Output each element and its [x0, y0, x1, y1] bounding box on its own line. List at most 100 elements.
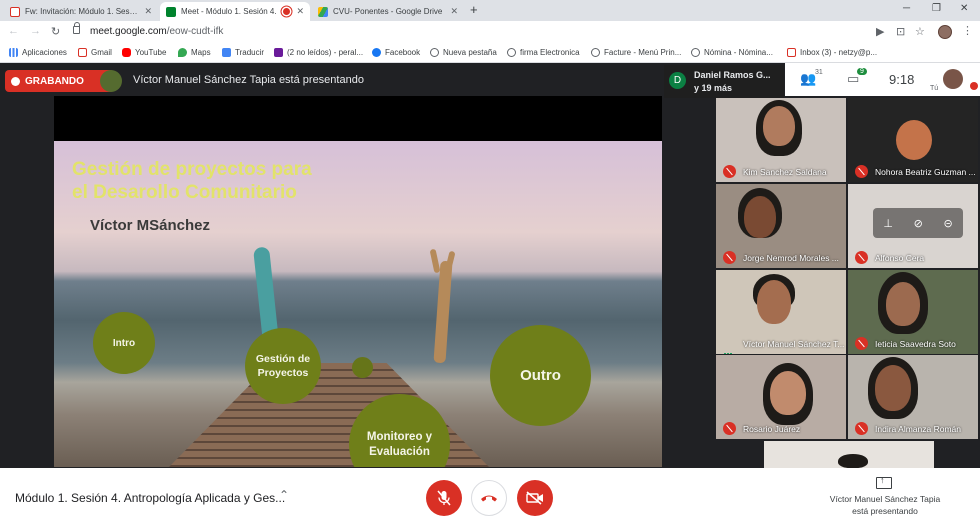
participant-tile[interactable]: Rosario Juárez: [716, 355, 846, 439]
new-tab-button[interactable]: +: [470, 2, 478, 17]
participant-tile[interactable]: ⊥ ⊘ ⊝ Alfonso Cera: [848, 184, 978, 268]
bookmark-label: (2 no leídos) - peral...: [287, 48, 364, 57]
minimize-icon[interactable]: ─: [903, 3, 910, 14]
meet-bottom-bar: Módulo 1. Sesión 4. Antropología Aplicad…: [0, 468, 980, 525]
cast-icon[interactable]: ⊡: [896, 25, 905, 38]
menu-icon[interactable]: ⋮: [962, 24, 973, 37]
bookmark-label: Aplicaciones: [22, 48, 67, 57]
translate-icon: [222, 48, 231, 57]
close-tab-icon[interactable]: ✕: [450, 6, 458, 17]
bookmarks-bar: Aplicaciones Gmail YouTube Maps Traducir…: [0, 44, 980, 63]
back-icon[interactable]: ←: [8, 25, 19, 37]
participant-name: Rosario Juárez: [743, 424, 801, 434]
tab-gmail[interactable]: Fw: Invitación: Módulo 1. Sesión ✕: [4, 2, 158, 21]
bookmark-label: Nómina - Nómina...: [704, 48, 773, 57]
slide-title-line: Gestión de proyectos para: [72, 159, 312, 180]
people-icon[interactable]: 👥: [800, 71, 816, 87]
video-feed: [875, 365, 911, 411]
avatar-image: [896, 120, 932, 160]
star-icon[interactable]: ☆: [915, 25, 925, 38]
participant-avatar: D: [669, 72, 686, 89]
lock-icon[interactable]: [73, 22, 80, 34]
bookmark-inbox[interactable]: Inbox (3) - netzy@p...: [787, 48, 877, 57]
camera-permission-icon[interactable]: ▶: [876, 25, 884, 38]
driftwood-image: [433, 260, 453, 364]
bookmark-youtube[interactable]: YouTube: [122, 48, 166, 57]
apps-grid-icon: [9, 48, 18, 57]
mail-icon: [274, 48, 283, 57]
maximize-icon[interactable]: ❐: [932, 3, 941, 14]
bookmark-firma[interactable]: firma Electronica: [507, 48, 580, 57]
presenting-title: Víctor Manuel Sánchez Tapia está present…: [133, 74, 364, 86]
bookmark-label: Facture - Menú Prin...: [604, 48, 682, 57]
meeting-clock: 9:18: [889, 72, 915, 87]
participant-name: Víctor Manuel Sánchez T...: [743, 339, 845, 349]
url-bar[interactable]: meet.google.com/eow-cudt-ifk: [90, 26, 223, 37]
mute-icon[interactable]: ⊘: [914, 217, 923, 230]
present-screen-icon[interactable]: [876, 475, 892, 489]
bookmark-gmail[interactable]: Gmail: [78, 48, 112, 57]
participant-name: Ieticia Saavedra Soto: [875, 339, 956, 349]
driftwood-branch: [444, 250, 456, 274]
participants-chip[interactable]: D Daniel Ramos G... y 19 más: [664, 65, 784, 98]
meeting-title[interactable]: Módulo 1. Sesión 4. Antropología Aplicad…: [15, 491, 285, 505]
participant-tile[interactable]: Nohora Beatriz Guzman ...: [848, 98, 978, 182]
bookmark-facture[interactable]: Facture - Menú Prin...: [591, 48, 681, 57]
bookmark-mail[interactable]: (2 no leídos) - peral...: [274, 48, 363, 57]
screen: Fw: Invitación: Módulo 1. Sesión ✕ Meet …: [0, 0, 980, 525]
tab-meet[interactable]: Meet - Módulo 1. Sesión 4. ✕: [160, 2, 310, 21]
maps-pin-icon: [178, 48, 187, 57]
bookmark-facebook[interactable]: Facebook: [372, 48, 420, 57]
facebook-icon: [372, 48, 381, 57]
pin-icon[interactable]: ⊥: [883, 217, 893, 230]
leave-call-button[interactable]: [471, 480, 507, 516]
camera-toggle-button[interactable]: [517, 480, 553, 516]
participant-tile[interactable]: Ieticia Saavedra Soto: [848, 270, 978, 354]
mic-toggle-button[interactable]: [426, 480, 462, 516]
slide-circle-small: [352, 357, 373, 378]
hang-up-icon: [481, 495, 497, 502]
video-feed: [886, 282, 920, 326]
chat-count: 9: [857, 68, 867, 75]
drive-icon: [318, 6, 328, 17]
mic-off-icon: [855, 251, 868, 264]
present-status[interactable]: Víctor Manuel Sánchez Tapia está present…: [822, 493, 948, 517]
bookmark-new-tab[interactable]: Nueva pestaña: [430, 48, 497, 57]
present-status-line: Víctor Manuel Sánchez Tapia: [829, 494, 941, 504]
driftwood-branch: [429, 248, 441, 274]
recording-badge: GRABANDO: [5, 70, 114, 92]
forward-icon[interactable]: →: [30, 25, 41, 37]
participant-tile[interactable]: Víctor Manuel Sánchez T...: [716, 270, 846, 354]
reload-icon[interactable]: ↻: [51, 25, 60, 38]
meet-area: GRABANDO Víctor Manuel Sánchez Tapia est…: [0, 63, 980, 468]
video-feed: [838, 454, 868, 468]
participant-more: y 19 más: [694, 83, 733, 93]
profile-avatar[interactable]: [938, 25, 952, 39]
video-feed: [763, 106, 795, 146]
participant-tile[interactable]: Kim Sanchez Saldana: [716, 98, 846, 182]
tab-drive[interactable]: CVU- Ponentes - Google Drive ✕: [312, 2, 464, 21]
globe-icon: [691, 48, 700, 57]
bookmark-nomina[interactable]: Nómina - Nómina...: [691, 48, 773, 57]
close-tab-icon[interactable]: ✕: [296, 6, 304, 17]
close-tab-icon[interactable]: ✕: [144, 6, 152, 17]
self-view-avatar[interactable]: [943, 69, 963, 89]
remove-icon[interactable]: ⊝: [943, 217, 952, 230]
recording-tab-icon: [283, 8, 291, 15]
presentation-slide: Gestión de proyectos para el Desarollo C…: [54, 141, 662, 467]
participant-tile[interactable]: Indira Almanza Román: [848, 355, 978, 439]
globe-icon: [430, 48, 439, 57]
bookmark-label: firma Electronica: [520, 48, 580, 57]
slide-author: Víctor MSánchez: [90, 217, 211, 234]
participant-tile[interactable]: Jorge Nemrod Morales ...: [716, 184, 846, 268]
bookmark-maps[interactable]: Maps: [178, 48, 211, 57]
slide-top-bar: [54, 96, 662, 141]
bookmark-apps[interactable]: Aplicaciones: [9, 48, 67, 57]
participant-tile[interactable]: [764, 441, 934, 468]
participant-name: Daniel Ramos G...: [694, 70, 771, 80]
meet-top-panel: 👥 31 ▭ 9 9:18 Tú: [785, 63, 980, 96]
window-close-icon[interactable]: ✕: [960, 3, 968, 14]
chevron-up-icon[interactable]: ⌃: [279, 488, 289, 502]
bookmark-translate[interactable]: Traducir: [222, 48, 264, 57]
tab-strip: Fw: Invitación: Módulo 1. Sesión ✕ Meet …: [0, 0, 980, 21]
